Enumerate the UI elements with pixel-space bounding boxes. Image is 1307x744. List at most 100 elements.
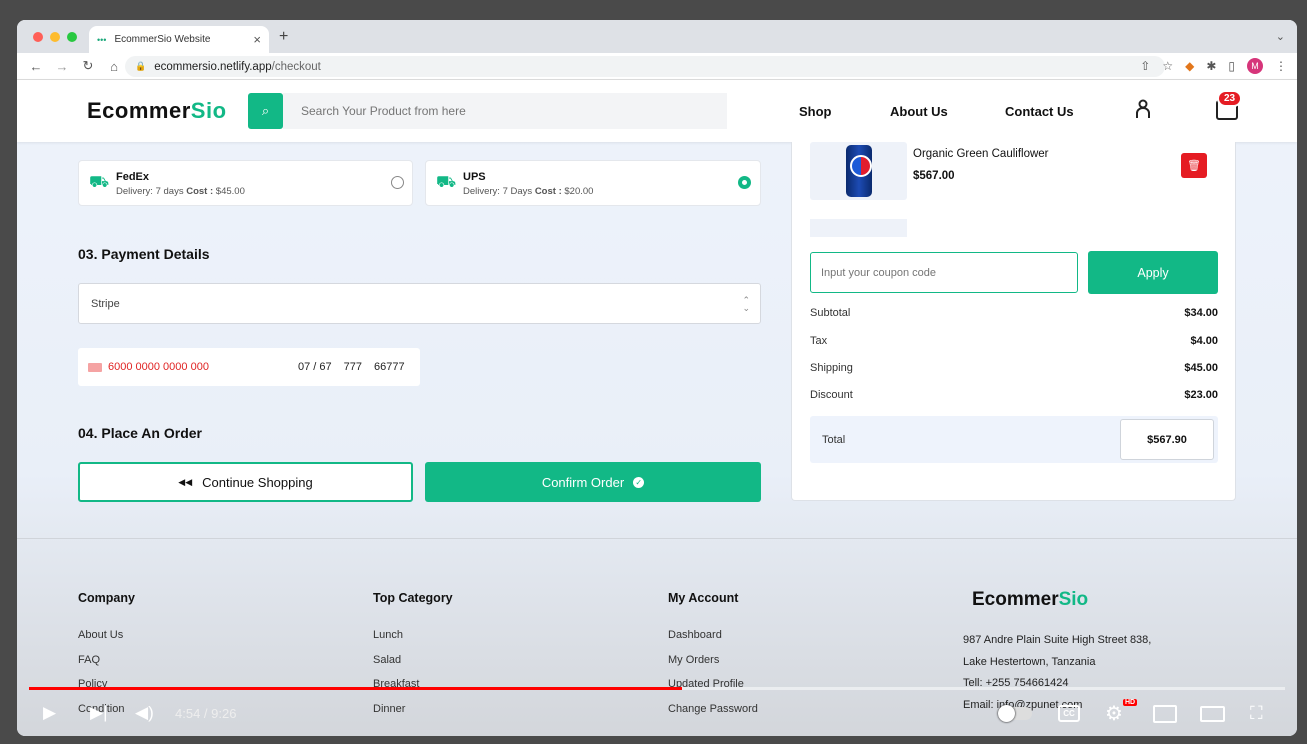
shipping-delivery: Delivery: 7 days Cost : $45.00	[116, 186, 245, 197]
footer-link[interactable]: About Us	[78, 629, 135, 654]
shipping-cost-label: Cost :	[534, 186, 562, 197]
footer-logo[interactable]: EcommerSio	[972, 589, 1088, 611]
play-icon[interactable]: ▶	[43, 703, 56, 723]
close-tab-icon[interactable]: ×	[253, 32, 261, 47]
search-input[interactable]	[283, 93, 727, 129]
url-host: ecommersio.netlify.app	[154, 60, 272, 73]
footer-link[interactable]: Dashboard	[668, 629, 758, 654]
truck-icon: ⛟	[89, 174, 110, 191]
summary-value: $23.00	[1184, 389, 1218, 401]
profile-avatar[interactable]: M	[1247, 58, 1263, 74]
summary-value: $4.00	[1190, 335, 1218, 347]
logo-accent: Sio	[1058, 589, 1089, 610]
shipping-radio[interactable]	[391, 176, 404, 189]
footer-link[interactable]: Salad	[373, 654, 453, 679]
footer-link[interactable]: My Orders	[668, 654, 758, 679]
summary-value: $45.00	[1184, 362, 1218, 374]
home-icon[interactable]: ⌂	[107, 59, 121, 74]
metamask-icon[interactable]: ◆	[1185, 59, 1194, 73]
address-line: 987 Andre Plain Suite High Street 838,	[963, 634, 1152, 646]
shipping-cost-label: Cost :	[186, 186, 214, 197]
new-tab-icon[interactable]: +	[279, 28, 288, 46]
footer-link[interactable]: FAQ	[78, 654, 135, 679]
next-icon[interactable]: ▶|	[90, 703, 108, 723]
shipping-radio-selected[interactable]	[738, 176, 751, 189]
footer-column-my-account: My Account Dashboard My Orders Updated P…	[668, 591, 758, 727]
hd-badge: HD	[1123, 699, 1138, 706]
cart-item-price: $567.00	[913, 170, 955, 182]
select-arrows-icon: ⌃ ⌄	[742, 295, 750, 313]
footer-link[interactable]: Updated Profile	[668, 678, 758, 703]
total-value: $567.90	[1120, 419, 1214, 460]
nav-shop[interactable]: Shop	[799, 104, 832, 119]
maximize-window-button[interactable]	[67, 32, 77, 42]
site-logo[interactable]: EcommerSio	[87, 98, 227, 124]
footer-link[interactable]: Change Password	[668, 703, 758, 728]
summary-row-subtotal: Subtotal $34.00	[810, 307, 1218, 319]
search-button[interactable]: ⌕	[248, 93, 283, 129]
shipping-option-ups[interactable]: ⛟ UPS Delivery: 7 Days Cost : $20.00	[425, 160, 761, 206]
card-cvc: 777	[343, 361, 362, 373]
shipping-cost: $45.00	[213, 186, 245, 197]
card-zip: 66777	[374, 361, 405, 373]
autoplay-toggle[interactable]	[998, 705, 1032, 722]
total-label: Total	[822, 433, 846, 446]
url-field[interactable]: 🔒 ecommersio.netlify.app/checkout	[125, 56, 1165, 77]
reload-icon[interactable]: ↻	[81, 58, 95, 74]
summary-value: $34.00	[1184, 307, 1218, 319]
menu-icon[interactable]: ⋮	[1275, 59, 1287, 73]
minimize-window-button[interactable]	[50, 32, 60, 42]
lock-icon: 🔒	[135, 61, 147, 71]
star-icon[interactable]: ☆	[1162, 59, 1173, 73]
logo-accent: Sio	[190, 98, 227, 123]
coupon-input[interactable]	[810, 252, 1078, 293]
video-progress-fill	[29, 687, 683, 690]
card-input[interactable]: 6000 0000 0000 000 07 / 67 777 66777	[78, 348, 420, 386]
footer-link[interactable]: Dinner	[373, 703, 453, 728]
confirm-order-label: Confirm Order	[541, 474, 625, 490]
theater-mode-icon[interactable]	[1200, 706, 1225, 722]
forward-icon[interactable]: →	[55, 59, 69, 74]
footer-heading: My Account	[668, 591, 739, 605]
payment-method-select[interactable]: Stripe ⌃ ⌄	[78, 283, 761, 324]
apply-coupon-button[interactable]: Apply	[1088, 251, 1218, 294]
chevron-down-icon[interactable]: ⌄	[1276, 30, 1285, 43]
shipping-name: UPS	[463, 171, 486, 183]
shipping-option-fedex[interactable]: ⛟ FedEx Delivery: 7 days Cost : $45.00	[78, 160, 413, 206]
phone-text: Tell: +255 754661424	[963, 677, 1069, 689]
pepsi-can-image	[845, 145, 872, 197]
delete-item-button[interactable]: 🗑	[1181, 153, 1207, 178]
captions-button[interactable]: CC	[1058, 705, 1080, 722]
site-page: EcommerSio ⌕ Shop About Us Contact Us 23…	[17, 80, 1297, 736]
window-controls	[33, 32, 77, 42]
footer-link[interactable]: Lunch	[373, 629, 453, 654]
footer-heading: Top Category	[373, 591, 453, 605]
logo-main: Ecommer	[87, 98, 191, 123]
summary-row-discount: Discount $23.00	[810, 389, 1218, 401]
close-window-button[interactable]	[33, 32, 43, 42]
search-icon: ⌕	[261, 103, 270, 118]
nav-contact[interactable]: Contact Us	[1005, 104, 1074, 119]
shipping-delivery: Delivery: 7 Days Cost : $20.00	[463, 186, 593, 197]
shipping-delivery-text: Delivery: 7 Days	[463, 186, 535, 197]
user-icon[interactable]	[1135, 99, 1151, 124]
order-summary-panel: Organic Green Cauliflower $567.00 🗑 Appl…	[791, 142, 1236, 501]
footer-link[interactable]: Breakfast	[373, 678, 453, 703]
share-icon[interactable]: ⇧	[1140, 59, 1150, 73]
browser-tab[interactable]: ••• EcommerSio Website ×	[89, 26, 269, 53]
order-heading: 04. Place An Order	[78, 425, 202, 441]
fullscreen-icon[interactable]: ⛶	[1250, 703, 1263, 724]
sidepanel-icon[interactable]: ▯	[1228, 59, 1235, 73]
puzzle-icon[interactable]: ✱	[1206, 59, 1216, 73]
double-chevron-left-icon: ◀◀	[178, 476, 193, 487]
back-icon[interactable]: ←	[29, 59, 43, 74]
volume-icon[interactable]: ◀)	[135, 703, 154, 723]
settings-gear-icon[interactable]: ⚙	[1105, 701, 1123, 726]
confirm-order-button[interactable]: Confirm Order ✓	[425, 462, 761, 502]
video-progress-bar[interactable]	[29, 687, 1285, 690]
tab-bar: ••• EcommerSio Website × + ⌄	[17, 20, 1297, 53]
continue-shopping-button[interactable]: ◀◀ Continue Shopping	[78, 462, 413, 502]
footer-link[interactable]: Policy	[78, 678, 135, 703]
miniplayer-icon[interactable]	[1153, 705, 1177, 723]
nav-about[interactable]: About Us	[890, 104, 948, 119]
